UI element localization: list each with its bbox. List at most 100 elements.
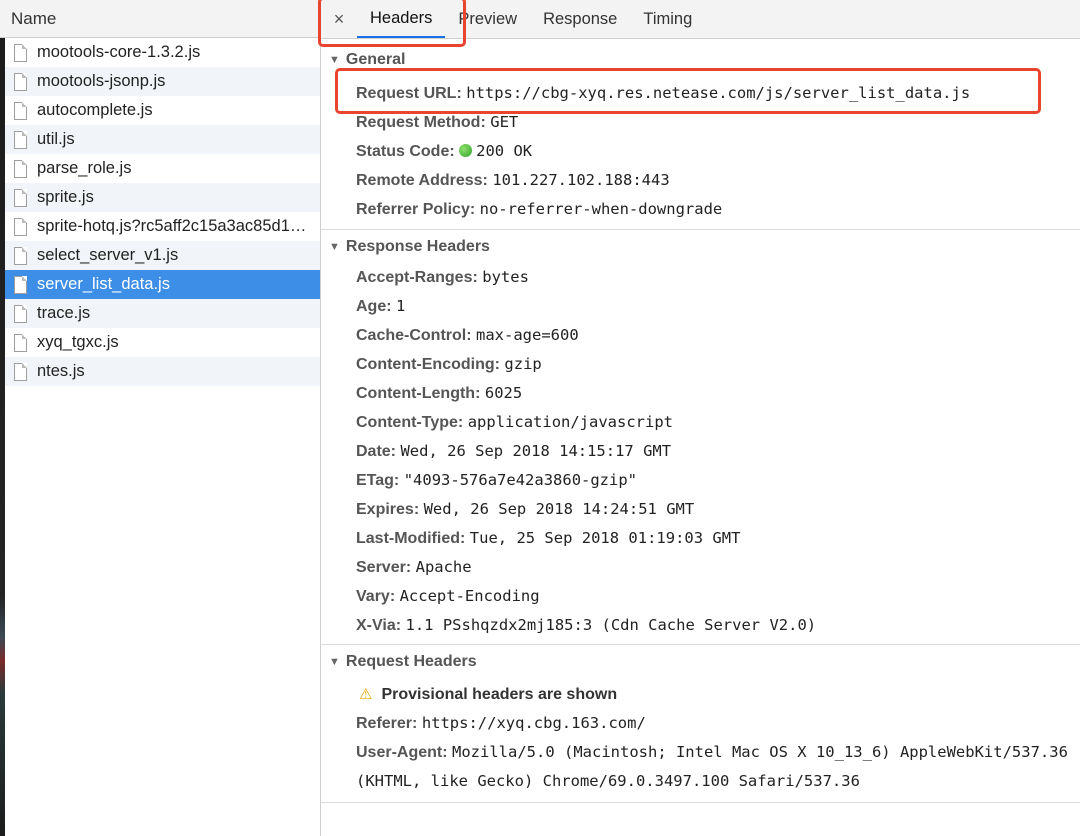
- request-list-item[interactable]: ntes.js: [5, 357, 320, 386]
- response-header-key: Date:: [356, 443, 397, 460]
- request-file-name: xyq_tgxc.js: [37, 333, 119, 351]
- response-header-key: Vary:: [356, 588, 396, 605]
- request-list-item[interactable]: autocomplete.js: [5, 96, 320, 125]
- request-file-name: server_list_data.js: [37, 275, 170, 293]
- response-header-value: gzip: [504, 355, 542, 373]
- response-header-key: Cache-Control:: [356, 327, 472, 344]
- response-header-value: Accept-Encoding: [399, 587, 540, 605]
- collapse-triangle-icon: ▼: [329, 241, 340, 253]
- tab-preview[interactable]: Preview: [445, 0, 530, 38]
- warning-icon: ⚠: [359, 686, 373, 703]
- request-headers-toggle[interactable]: ▼ Request Headers: [321, 649, 1080, 675]
- response-header-row: Accept-Ranges: bytes: [321, 263, 1080, 292]
- tab-response[interactable]: Response: [530, 0, 630, 38]
- response-header-row: Last-Modified: Tue, 25 Sep 2018 01:19:03…: [321, 524, 1080, 553]
- remote-address-value: 101.227.102.188:443: [492, 171, 670, 189]
- response-header-key: Last-Modified:: [356, 530, 466, 547]
- general-section-toggle[interactable]: ▼ General: [321, 47, 1080, 73]
- response-header-row: Age: 1: [321, 292, 1080, 321]
- tab-headers[interactable]: Headers: [357, 0, 446, 38]
- request-file-name: trace.js: [37, 304, 91, 322]
- response-headers-toggle[interactable]: ▼ Response Headers: [321, 234, 1080, 260]
- status-ok-icon: [459, 144, 473, 157]
- response-header-row: X-Via: 1.1 PSshqzdx2mj185:3 (Cdn Cache S…: [321, 611, 1080, 640]
- request-list-panel: Name mootools-core-1.3.2.js mootools-json…: [0, 0, 321, 836]
- request-file-name: sprite.js: [37, 188, 94, 206]
- file-icon: [14, 188, 27, 207]
- file-icon: [14, 217, 27, 236]
- request-details-panel: × Headers Preview Response Timing ▼ Gene…: [321, 0, 1080, 836]
- response-header-row: Vary: Accept-Encoding: [321, 582, 1080, 611]
- response-header-value: application/javascript: [467, 413, 674, 431]
- user-agent-row: User-Agent: Mozilla/5.0 (Macintosh; Inte…: [321, 738, 1080, 796]
- response-header-value: Wed, 26 Sep 2018 14:15:17 GMT: [400, 442, 672, 460]
- file-icon: [14, 159, 27, 178]
- request-file-name: parse_role.js: [37, 159, 132, 177]
- response-header-key: Server:: [356, 559, 412, 576]
- provisional-warning-row: ⚠ Provisional headers are shown: [321, 680, 1080, 709]
- request-url-row: Request URL: https://cbg-xyq.res.netease…: [321, 79, 1080, 108]
- response-header-value: bytes: [482, 268, 529, 286]
- response-header-value: Wed, 26 Sep 2018 14:24:51 GMT: [423, 500, 695, 518]
- user-agent-key: User-Agent:: [356, 744, 448, 761]
- request-list-item[interactable]: mootools-core-1.3.2.js: [5, 38, 320, 67]
- response-header-row: Server: Apache: [321, 553, 1080, 582]
- close-icon[interactable]: ×: [321, 9, 357, 30]
- collapse-triangle-icon: ▼: [329, 656, 340, 668]
- request-url-value: https://cbg-xyq.res.netease.com/js/serve…: [466, 84, 971, 102]
- response-header-value: max-age=600: [476, 326, 579, 344]
- response-header-value: Apache: [415, 558, 472, 576]
- referrer-policy-key: Referrer Policy:: [356, 201, 476, 218]
- response-header-key: Content-Length:: [356, 385, 481, 402]
- response-header-value: 1: [396, 297, 406, 315]
- request-list-item[interactable]: server_list_data.js: [5, 270, 320, 299]
- request-file-name: mootools-jsonp.js: [37, 72, 166, 90]
- response-header-key: Accept-Ranges:: [356, 269, 478, 286]
- response-headers-section: ▼ Response Headers Accept-Ranges: bytes A…: [321, 234, 1080, 645]
- response-header-row: Date: Wed, 26 Sep 2018 14:15:17 GMT: [321, 437, 1080, 466]
- general-section: ▼ General Request URL: https://cbg-xyq.r…: [321, 47, 1080, 230]
- referer-row: Referer: https://xyq.cbg.163.com/: [321, 709, 1080, 738]
- request-list-item[interactable]: mootools-jsonp.js: [5, 67, 320, 96]
- name-column-header[interactable]: Name: [0, 0, 320, 38]
- file-icon: [14, 275, 27, 294]
- response-header-key: Expires:: [356, 501, 420, 518]
- request-list-item[interactable]: trace.js: [5, 299, 320, 328]
- request-headers-section: ▼ Request Headers ⚠ Provisional headers a…: [321, 649, 1080, 803]
- referrer-policy-value: no-referrer-when-downgrade: [479, 200, 723, 218]
- response-headers-list: Accept-Ranges: bytes Age: 1 Cache-Control:…: [321, 263, 1080, 640]
- window-edge-strip: [0, 38, 5, 836]
- file-icon: [14, 130, 27, 149]
- response-headers-title: Response Headers: [345, 238, 490, 255]
- request-list-item[interactable]: sprite.js: [5, 183, 320, 212]
- provisional-warning-text: Provisional headers are shown: [381, 686, 618, 703]
- file-icon: [14, 304, 27, 323]
- response-header-key: Age:: [356, 298, 392, 315]
- referrer-policy-row: Referrer Policy: no-referrer-when-downgr…: [321, 195, 1080, 224]
- user-agent-value: Mozilla/5.0 (Macintosh; Intel Mac OS X 1…: [356, 743, 1068, 790]
- response-header-row: Content-Length: 6025: [321, 379, 1080, 408]
- request-list-item[interactable]: util.js: [5, 125, 320, 154]
- response-header-key: Content-Type:: [356, 414, 464, 431]
- file-icon: [14, 362, 27, 381]
- collapse-triangle-icon: ▼: [329, 54, 340, 66]
- request-list-item[interactable]: xyq_tgxc.js: [5, 328, 320, 357]
- remote-address-key: Remote Address:: [356, 172, 488, 189]
- name-column-label: Name: [11, 8, 57, 28]
- status-code-value: 200 OK: [476, 142, 533, 160]
- referer-value: https://xyq.cbg.163.com/: [421, 714, 646, 732]
- tab-timing[interactable]: Timing: [630, 0, 705, 38]
- request-method-value: GET: [490, 113, 519, 131]
- request-file-name: mootools-core-1.3.2.js: [37, 43, 201, 61]
- details-tab-bar: × Headers Preview Response Timing: [321, 0, 1080, 39]
- response-header-key: ETag:: [356, 472, 400, 489]
- request-file-name: ntes.js: [37, 362, 85, 380]
- request-list-item[interactable]: sprite-hotq.js?rc5aff2c15a3ac85d1…: [5, 212, 320, 241]
- general-section-title: General: [345, 51, 406, 68]
- response-header-row: Expires: Wed, 26 Sep 2018 14:24:51 GMT: [321, 495, 1080, 524]
- response-header-row: Cache-Control: max-age=600: [321, 321, 1080, 350]
- request-list-item[interactable]: parse_role.js: [5, 154, 320, 183]
- status-code-row: Status Code: 200 OK: [321, 137, 1080, 166]
- request-list: mootools-core-1.3.2.js mootools-jsonp.js a…: [5, 38, 320, 386]
- request-list-item[interactable]: select_server_v1.js: [5, 241, 320, 270]
